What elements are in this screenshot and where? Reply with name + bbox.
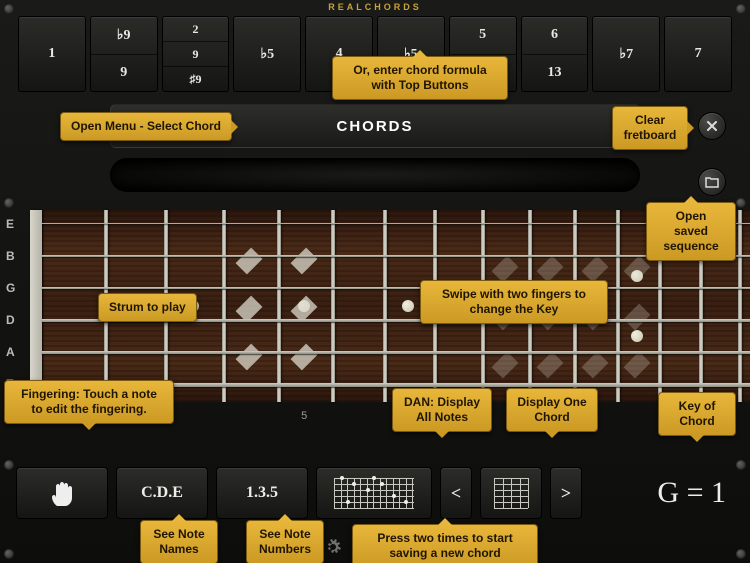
- folder-icon: [705, 176, 719, 188]
- fret-number: 5: [301, 410, 307, 422]
- screw-icon: [736, 460, 746, 470]
- fret-cursor[interactable]: [537, 256, 564, 283]
- note-numbers-button[interactable]: 1.3.5: [216, 467, 308, 519]
- chord-grid-icon: [494, 478, 528, 508]
- formula-button[interactable]: 5: [450, 17, 516, 54]
- fret: [331, 210, 335, 402]
- screw-icon: [736, 198, 746, 208]
- fingering-button[interactable]: [16, 467, 108, 519]
- fretboard-grid-icon: [334, 478, 414, 508]
- tip-note-names: See Note Names: [140, 520, 218, 563]
- note-names-button[interactable]: C.D.E: [116, 467, 208, 519]
- tip-note-numbers: See Note Numbers: [246, 520, 324, 563]
- close-icon: [705, 119, 719, 133]
- tip-key-of-chord: Key of Chord: [658, 392, 736, 436]
- formula-column-3: ♭5: [233, 16, 301, 92]
- string[interactable]: [42, 223, 750, 224]
- formula-column-0: 1: [18, 16, 86, 92]
- chords-menu-label: CHORDS: [336, 118, 413, 135]
- tip-display-one: Display One Chord: [506, 388, 598, 432]
- open-saved-button[interactable]: [698, 168, 726, 196]
- formula-button[interactable]: 9: [163, 41, 229, 66]
- fret-cursor[interactable]: [236, 248, 263, 275]
- formula-button[interactable]: 9: [91, 54, 157, 92]
- key-of-chord-display[interactable]: G = 1: [657, 476, 734, 510]
- formula-button[interactable]: 7: [665, 17, 731, 91]
- string[interactable]: [42, 287, 750, 289]
- nut: [30, 210, 42, 402]
- tip-clear: Clear fretboard: [612, 106, 688, 150]
- formula-button[interactable]: 1: [19, 17, 85, 91]
- fret-cursor[interactable]: [581, 352, 608, 379]
- tip-fingering: Fingering: Touch a note to edit the fing…: [4, 380, 174, 424]
- inlay-dot: [402, 300, 414, 312]
- fret-cursor[interactable]: [291, 248, 318, 275]
- display-one-chord-button[interactable]: [480, 467, 542, 519]
- formula-column-8: ♭7: [592, 16, 660, 92]
- screw-icon: [4, 198, 14, 208]
- hand-icon: [49, 478, 75, 508]
- formula-button[interactable]: ♭5: [234, 17, 300, 91]
- fret: [738, 210, 742, 402]
- formula-button[interactable]: ♯9: [163, 66, 229, 91]
- fret-cursor[interactable]: [491, 352, 518, 379]
- formula-column-2: 29♯9: [162, 16, 230, 92]
- formula-button[interactable]: ♭7: [593, 17, 659, 91]
- inlay-dot: [631, 330, 643, 342]
- fret: [383, 210, 387, 402]
- fret: [616, 210, 620, 402]
- string[interactable]: [42, 255, 750, 257]
- string[interactable]: [42, 351, 750, 354]
- bottom-toolbar: C.D.E 1.3.5 < > G = 1: [16, 460, 734, 526]
- chord-display: [110, 158, 640, 192]
- fret-cursor[interactable]: [537, 352, 564, 379]
- fret: [277, 210, 281, 402]
- screw-icon: [4, 460, 14, 470]
- app-root: REALCHORDS 1♭9929♯9♭54♭55♯5613♭77 CHORDS…: [0, 0, 750, 563]
- display-all-notes-button[interactable]: [316, 467, 432, 519]
- app-title: REALCHORDS: [0, 2, 750, 12]
- fret-cursor[interactable]: [624, 352, 651, 379]
- tip-open-saved: Open saved sequence: [646, 202, 736, 261]
- fret-cursor[interactable]: [291, 344, 318, 371]
- formula-button[interactable]: 2: [163, 17, 229, 41]
- fret: [222, 210, 226, 402]
- tip-dan: DAN: Display All Notes: [392, 388, 492, 432]
- formula-button[interactable]: 6: [522, 17, 588, 54]
- tip-top-buttons: Or, enter chord formula with Top Buttons: [332, 56, 508, 100]
- fret-cursor[interactable]: [624, 304, 651, 331]
- formula-column-9: 7: [664, 16, 732, 92]
- tip-swipe-key: Swipe with two fingers to change the Key: [420, 280, 608, 324]
- fret-cursor[interactable]: [236, 344, 263, 371]
- fret-cursor[interactable]: [491, 256, 518, 283]
- tip-open-menu: Open Menu - Select Chord: [60, 112, 232, 141]
- tip-save-chord: Press two times to start saving a new ch…: [352, 524, 538, 563]
- fret-cursor[interactable]: [581, 256, 608, 283]
- tip-strum: Strum to play: [98, 293, 197, 322]
- next-chord-button[interactable]: >: [550, 467, 582, 519]
- formula-button[interactable]: ♭9: [91, 17, 157, 54]
- gear-icon[interactable]: [325, 539, 341, 555]
- formula-button[interactable]: 13: [522, 54, 588, 92]
- clear-fretboard-button[interactable]: [698, 112, 726, 140]
- formula-column-7: 613: [521, 16, 589, 92]
- formula-column-1: ♭99: [90, 16, 158, 92]
